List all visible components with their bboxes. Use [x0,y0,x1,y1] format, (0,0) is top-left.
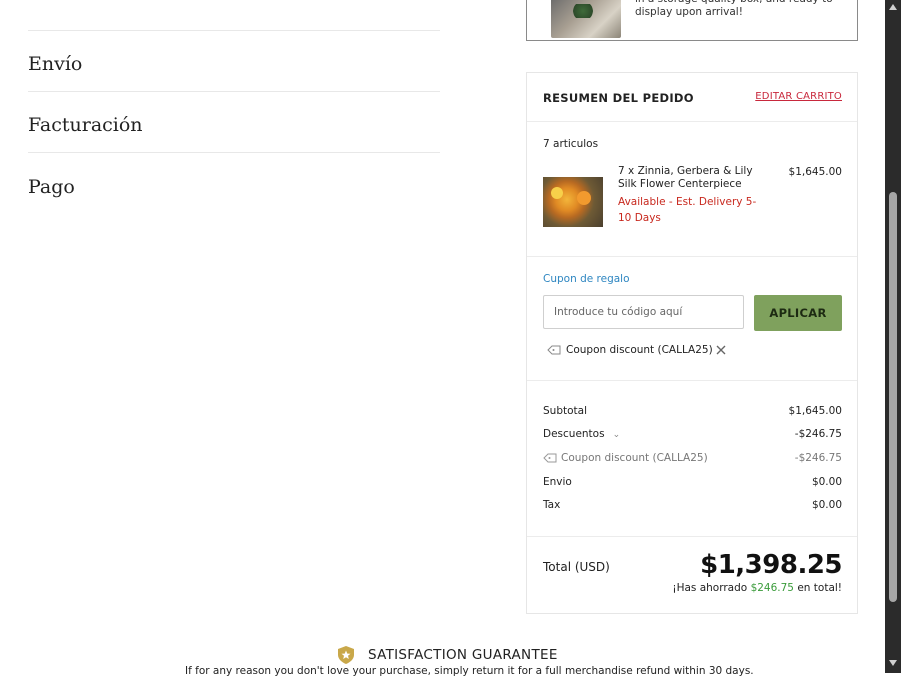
product-availability: Available - Est. Delivery 5-10 Days [618,196,757,224]
divider [527,536,857,537]
step-billing[interactable]: Facturación [28,91,440,153]
tag-icon [543,453,557,463]
gift-coupon-label[interactable]: Cupon de regalo [543,273,630,285]
product-thumbnail [543,177,603,227]
subtotal-label: Subtotal [543,405,587,417]
shipping-value: $0.00 [811,476,842,488]
shipping-box-note: in a storage quality box, and ready to d… [635,0,833,18]
items-count: 7 articulos [543,138,599,150]
guarantee-description: If for any reason you don't love your pu… [185,665,754,677]
tax-value: $0.00 [811,499,842,511]
savings-suffix: en total! [797,582,842,594]
savings-prefix: ¡Has ahorrado [672,582,748,594]
previous-step-remnant [28,0,440,2]
divider [527,380,857,381]
total-label: Total (USD) [543,560,610,574]
close-icon[interactable] [715,344,727,356]
edit-cart-link[interactable]: EDITAR CARRITO [755,91,842,102]
coupon-discount-value: -$246.75 [794,452,842,464]
divider [527,256,857,257]
chevron-down-icon[interactable]: ⌄ [613,430,621,440]
shield-star-icon [338,646,354,664]
guarantee-title: SATISFACTION GUARANTEE [368,647,558,663]
savings-message: ¡Has ahorrado $246.75 en total! [672,582,842,594]
shipping-box-card: in a storage quality box, and ready to d… [526,0,858,41]
shipping-label: Envio [543,476,572,488]
step-payment[interactable]: Pago [28,152,440,214]
scrollbar-thumb[interactable] [889,192,897,602]
savings-amount: $246.75 [750,582,794,594]
tag-icon [547,345,561,355]
subtotal-value: $1,645.00 [788,405,842,417]
coupon-discount-label: Coupon discount (CALLA25) [543,452,708,464]
discounts-value: -$246.75 [794,428,842,440]
total-value: $1,398.25 [700,550,842,580]
discounts-label[interactable]: Descuentos ⌄ [543,428,620,440]
coupon-code-input[interactable] [543,295,744,329]
satisfaction-guarantee: SATISFACTION GUARANTEE [336,645,558,665]
product-price: $1,645.00 [788,166,842,178]
scroll-up-arrow-icon[interactable] [889,4,897,10]
applied-coupon-text: Coupon discount (CALLA25) [566,344,713,356]
order-summary-title: RESUMEN DEL PEDIDO [543,91,694,105]
product-name: 7 x Zinnia, Gerbera & Lily Silk Flower C… [618,165,753,190]
discounts-label-text: Descuentos [543,428,605,440]
vertical-scrollbar[interactable] [885,0,901,673]
tax-label: Tax [543,499,561,511]
step-payment-label: Pago [28,176,75,198]
applied-coupon: Coupon discount (CALLA25) [547,344,713,356]
scroll-down-arrow-icon[interactable] [889,660,897,666]
coupon-discount-label-text: Coupon discount (CALLA25) [561,452,708,464]
step-shipping-label: Envío [28,53,83,75]
storage-box-image [551,0,621,38]
order-summary: RESUMEN DEL PEDIDO EDITAR CARRITO 7 arti… [526,72,858,614]
apply-coupon-button[interactable]: APLICAR [754,295,842,331]
step-shipping[interactable]: Envío [28,30,440,92]
step-billing-label: Facturación [28,114,143,136]
order-summary-header: RESUMEN DEL PEDIDO EDITAR CARRITO [527,73,857,122]
